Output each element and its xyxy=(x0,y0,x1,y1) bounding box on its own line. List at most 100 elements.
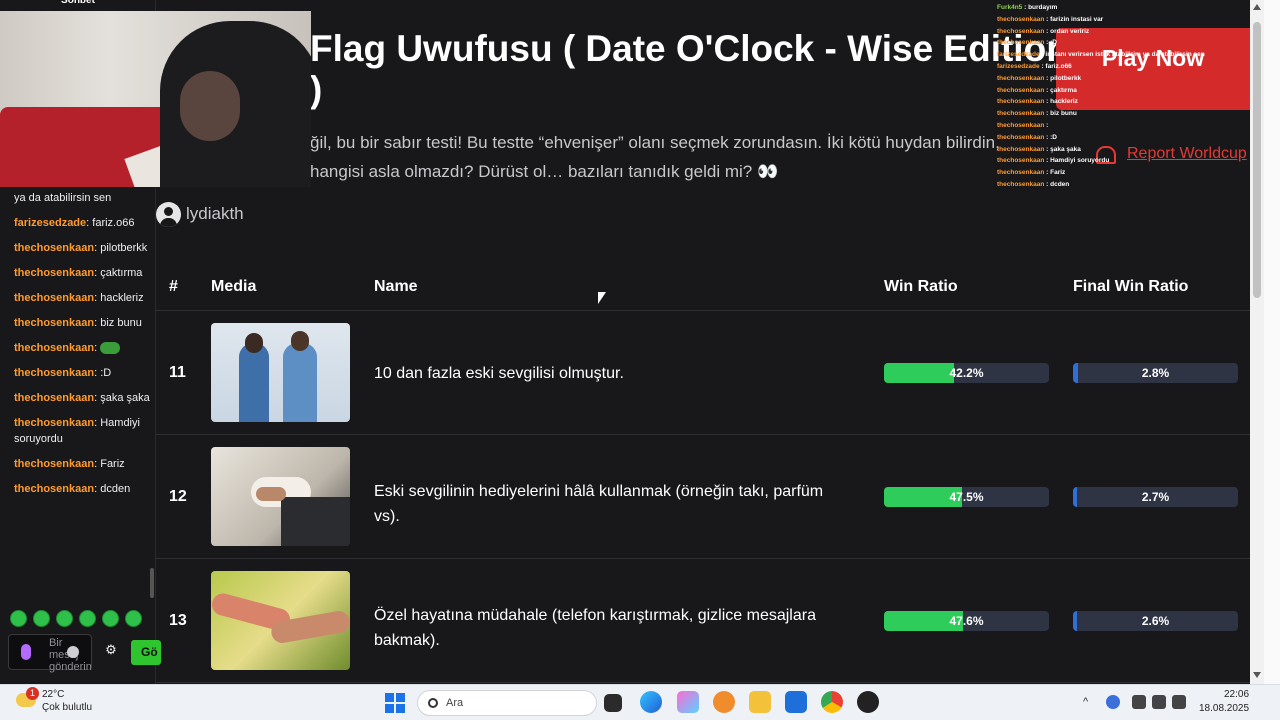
chat-message: thechosenkaan: hackleriz xyxy=(14,290,150,306)
chat-username[interactable]: farizesedzade xyxy=(14,217,86,229)
final-win-ratio-bar: 2.7% xyxy=(1073,487,1238,507)
chrome-icon[interactable] xyxy=(821,691,843,713)
media-thumbnail[interactable] xyxy=(211,323,350,422)
overlay-chat-username: farizesedzade xyxy=(997,51,1040,59)
overlay-chat-line: thechosenkaan : :D xyxy=(997,37,1247,49)
overlay-chat-line: thechosenkaan : şaka şaka xyxy=(997,144,1247,156)
media-thumbnail[interactable] xyxy=(211,571,350,670)
final-win-ratio-value: 2.7% xyxy=(1141,490,1170,504)
chat-message: thechosenkaan: xyxy=(14,340,150,356)
clock-date[interactable]: 18.08.2025 xyxy=(1199,703,1249,714)
app-icon[interactable] xyxy=(713,691,735,713)
scroll-down-icon[interactable] xyxy=(1253,672,1261,678)
overlay-chat-username: thechosenkaan xyxy=(997,74,1045,82)
store-icon[interactable] xyxy=(785,691,807,713)
table-row[interactable]: 12 Eski sevgilinin hediyelerini hâlâ kul… xyxy=(156,435,1250,559)
scroll-up-icon[interactable] xyxy=(1253,4,1261,10)
chat-username[interactable]: thechosenkaan xyxy=(14,417,94,429)
chat-message: thechosenkaan: Hamdiyi soruyordu xyxy=(14,415,150,447)
page-scrollbar[interactable] xyxy=(1250,0,1264,684)
chat-tab-label[interactable]: Sohbet xyxy=(0,0,155,10)
chat-message: thechosenkaan: şaka şaka xyxy=(14,390,150,406)
chat-text: hackleriz xyxy=(100,292,144,304)
overlay-chat-text: şaka şaka xyxy=(1050,145,1081,153)
overlay-chat-text: çaktırma xyxy=(1050,86,1077,94)
overlay-chat-username: thechosenkaan xyxy=(997,39,1045,47)
chat-username[interactable]: thechosenkaan xyxy=(14,242,94,254)
overlay-chat-username: thechosenkaan xyxy=(997,86,1045,94)
chat-message: thechosenkaan: biz bunu xyxy=(14,315,150,331)
clock-time[interactable]: 22:06 xyxy=(1224,689,1249,700)
battery-icon[interactable] xyxy=(1172,695,1186,709)
chat-text: çaktırma xyxy=(100,267,143,279)
overlay-chat-text: hackleriz xyxy=(1050,98,1078,106)
weather-badge: 1 xyxy=(26,687,39,700)
microphone-tray-icon[interactable] xyxy=(1106,695,1120,709)
chat-username[interactable]: thechosenkaan xyxy=(14,367,94,379)
weather-description[interactable]: Çok bulutlu xyxy=(42,702,92,713)
chat-message: thechosenkaan: :D xyxy=(14,365,150,381)
win-ratio-value: 42.2% xyxy=(949,366,984,380)
overlay-chat-text: :D xyxy=(1050,39,1057,47)
overlay-chat-username: thechosenkaan xyxy=(997,27,1045,35)
webcam-face xyxy=(180,71,240,141)
overlay-chat-line: thechosenkaan : dcden xyxy=(997,179,1247,191)
chat-username[interactable]: thechosenkaan xyxy=(14,342,94,354)
overlay-chat-line: thechosenkaan : Hamdiyi soruyordu xyxy=(997,155,1247,167)
chat-username[interactable]: thechosenkaan xyxy=(14,483,94,495)
wifi-icon[interactable] xyxy=(1132,695,1146,709)
overlay-chat-username: thechosenkaan xyxy=(997,98,1045,106)
overlay-chat-username: thechosenkaan xyxy=(997,133,1045,141)
emote-icon[interactable] xyxy=(125,610,142,627)
emote-icon[interactable] xyxy=(79,610,96,627)
chat-scrollbar[interactable] xyxy=(150,568,154,598)
overlay-chat-username: thechosenkaan xyxy=(997,121,1045,129)
folder-icon[interactable] xyxy=(749,691,771,713)
volume-icon[interactable] xyxy=(1152,695,1166,709)
header-rank[interactable]: # xyxy=(169,278,178,296)
chat-input[interactable]: Bir mesaj gönderin xyxy=(8,634,92,673)
edge-browser-icon[interactable] xyxy=(640,691,662,713)
emote-icon[interactable] xyxy=(102,610,119,627)
emote-icon[interactable] xyxy=(10,610,27,627)
overlay-chat-line: thechosenkaan : xyxy=(997,120,1247,132)
media-thumbnail[interactable] xyxy=(211,447,350,546)
microphone-icon[interactable] xyxy=(21,644,31,660)
overlay-chat-line: thechosenkaan : hackleriz xyxy=(997,96,1247,108)
chat-username[interactable]: thechosenkaan xyxy=(14,317,94,329)
emote-bar xyxy=(10,610,150,628)
chat-username[interactable]: thechosenkaan xyxy=(14,267,94,279)
app-icon-dark[interactable] xyxy=(857,691,879,713)
start-icon[interactable] xyxy=(385,693,405,713)
chat-send-button[interactable]: Gö xyxy=(131,640,161,665)
weather-temperature[interactable]: 22°C xyxy=(42,689,64,700)
copilot-icon[interactable] xyxy=(677,691,699,713)
author[interactable]: lydiakth xyxy=(156,202,356,228)
taskbar-search[interactable]: Ara xyxy=(417,690,597,716)
header-final-win-ratio[interactable]: Final Win Ratio xyxy=(1073,278,1188,296)
emote-icon[interactable] xyxy=(33,610,50,627)
chat-username[interactable]: thechosenkaan xyxy=(14,458,94,470)
header-name[interactable]: Name xyxy=(374,278,418,296)
overlay-chat-text: pilotberkk xyxy=(1050,74,1082,82)
emoji-icon[interactable] xyxy=(67,646,79,658)
task-view-icon[interactable] xyxy=(604,694,622,712)
screen: Flag Uwufusu ( Date O'Clock - Wise Editi… xyxy=(0,0,1280,720)
overlay-chat-line: Furk4n5 : burdayım xyxy=(997,2,1247,14)
chat-username[interactable]: thechosenkaan xyxy=(14,392,94,404)
row-name: Eski sevgilinin hediyelerini hâlâ kullan… xyxy=(374,483,824,525)
ranking-table: # Media Name Win Ratio Final Win Ratio 1… xyxy=(156,264,1250,683)
scroll-thumb[interactable] xyxy=(1253,22,1261,298)
win-ratio-bar: 47.6% xyxy=(884,611,1049,631)
overlay-chat-line: thechosenkaan : çaktırma xyxy=(997,85,1247,97)
chat-username[interactable]: thechosenkaan xyxy=(14,292,94,304)
chevron-up-icon[interactable]: ^ xyxy=(1083,696,1088,708)
chat-messages: ya da atabilirsin sen farizesedzade: fari… xyxy=(14,190,150,506)
chat-message: thechosenkaan: Fariz xyxy=(14,456,150,472)
chat-message: ya da atabilirsin sen xyxy=(14,190,150,206)
table-row[interactable]: 13 Özel hayatına müdahale (telefon karış… xyxy=(156,559,1250,683)
table-row[interactable]: 11 10 dan fazla eski sevgilisi olmuştur.… xyxy=(156,311,1250,435)
header-win-ratio[interactable]: Win Ratio xyxy=(884,278,958,296)
gear-icon[interactable]: ⚙ xyxy=(104,643,118,657)
emote-icon[interactable] xyxy=(56,610,73,627)
